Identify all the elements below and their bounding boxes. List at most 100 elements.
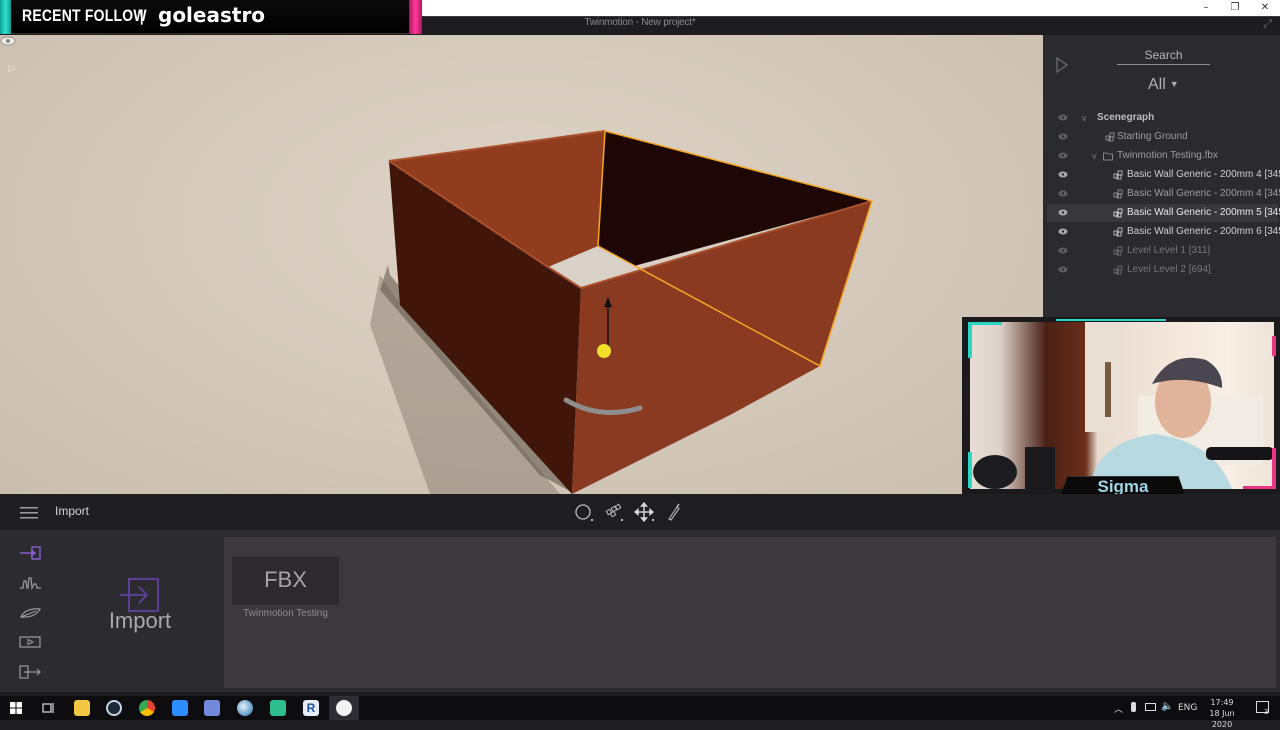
grid-tool-button[interactable] bbox=[603, 502, 625, 522]
visibility-eye-icon[interactable] bbox=[1058, 228, 1068, 235]
tree-item[interactable]: Basic Wall Generic - 200mm 4 [345583] bbox=[1047, 166, 1280, 184]
filter-value: All bbox=[1148, 76, 1166, 93]
folder-icon bbox=[1103, 152, 1113, 161]
search-input[interactable]: Search bbox=[1117, 48, 1210, 62]
expand-chevron-icon[interactable]: ∨ bbox=[1081, 109, 1088, 127]
tree-item[interactable]: Basic Wall Generic - 200mm 6 [345582] bbox=[1047, 223, 1280, 241]
tree-item[interactable]: Level Level 2 [694] bbox=[1047, 261, 1278, 279]
clock[interactable]: 17:49 18 Jun 2020 bbox=[1200, 697, 1244, 730]
fbx-file-caption: Twinmotion Testing bbox=[243, 608, 328, 619]
cam-corner-br bbox=[1272, 448, 1276, 488]
object-icon bbox=[1105, 132, 1115, 142]
notification-count: 3 bbox=[1264, 708, 1269, 716]
browser-icon[interactable] bbox=[237, 700, 253, 716]
leaf-icon[interactable] bbox=[19, 605, 42, 621]
search-underline bbox=[1117, 64, 1210, 65]
eyedropper-tool-button[interactable] bbox=[663, 502, 685, 522]
hamburger-menu-icon[interactable] bbox=[20, 507, 38, 519]
tree-item[interactable]: Starting Ground bbox=[1047, 128, 1278, 146]
steam-icon[interactable] bbox=[106, 700, 122, 716]
fullscreen-icon[interactable]: ⤢ bbox=[1263, 17, 1272, 31]
tree-item-label: Basic Wall Generic - 200mm 6 [345582] bbox=[1127, 226, 1280, 237]
chrome-icon[interactable] bbox=[139, 700, 155, 716]
object-icon bbox=[1113, 189, 1123, 199]
bag bbox=[973, 455, 1017, 489]
chat-app-icon[interactable] bbox=[270, 700, 286, 716]
file-explorer-icon[interactable] bbox=[74, 700, 90, 716]
banner-accent-right bbox=[409, 0, 422, 34]
export-icon[interactable] bbox=[19, 664, 42, 680]
cam-corner-tl bbox=[968, 322, 972, 358]
expand-chevron-icon[interactable]: ∨ bbox=[1091, 147, 1098, 165]
import-hero-label: Import bbox=[108, 608, 172, 633]
toolbar-title: Import bbox=[55, 504, 90, 518]
tree-item-label: Basic Wall Generic - 200mm 4 [345583] bbox=[1127, 169, 1280, 180]
banner-separator: | bbox=[139, 7, 145, 25]
move-tool-button[interactable] bbox=[633, 502, 655, 522]
visibility-eye-icon[interactable] bbox=[1058, 171, 1068, 178]
tree-item-label: Basic Wall Generic - 200mm 5 [345581] bbox=[1127, 207, 1280, 218]
clock-date: 18 Jun 2020 bbox=[1209, 709, 1235, 729]
media-play-icon[interactable] bbox=[19, 634, 42, 650]
tree-item[interactable]: Basic Wall Generic - 200mm 4 [345584] bbox=[1047, 185, 1280, 203]
visibility-eye-icon[interactable] bbox=[1058, 209, 1068, 216]
filter-dropdown[interactable]: All ▼ bbox=[1148, 76, 1179, 94]
tree-item-label: Starting Ground bbox=[1117, 131, 1188, 142]
viewport-left-toggle[interactable]: ▷ bbox=[8, 63, 16, 74]
gizmo-center-handle[interactable] bbox=[597, 344, 611, 358]
visibility-eye-icon[interactable] bbox=[1058, 114, 1068, 121]
tree-item[interactable]: Basic Wall Generic - 200mm 5 [345581] bbox=[1047, 204, 1280, 222]
cam-corner-bl bbox=[968, 452, 972, 488]
visibility-eye-icon[interactable] bbox=[1058, 133, 1068, 140]
discord-icon[interactable] bbox=[204, 700, 220, 716]
twinmotion-icon[interactable] bbox=[336, 700, 352, 716]
microphone-icon[interactable] bbox=[1131, 702, 1136, 712]
webcam-scene bbox=[973, 322, 1274, 489]
chevron-down-icon: ▼ bbox=[1169, 79, 1179, 89]
panel-collapse-icon[interactable] bbox=[1055, 56, 1069, 74]
scene-render bbox=[370, 130, 873, 494]
side-nav bbox=[0, 538, 60, 688]
select-tool-button[interactable] bbox=[573, 502, 595, 522]
banner-label: RECENT FOLLOW bbox=[22, 6, 147, 25]
object-icon bbox=[1113, 246, 1123, 256]
visibility-eye-icon[interactable] bbox=[1058, 152, 1068, 159]
object-icon bbox=[1113, 227, 1123, 237]
tree-item-label: Twinmotion Testing.fbx bbox=[1117, 150, 1218, 161]
visibility-eye-icon[interactable] bbox=[1058, 266, 1068, 273]
revit-icon[interactable]: R bbox=[303, 700, 319, 716]
banner-username: goleastro bbox=[158, 3, 266, 27]
clock-time: 17:49 bbox=[1210, 698, 1234, 707]
language-indicator[interactable]: ENG bbox=[1178, 703, 1197, 713]
microphone bbox=[1206, 447, 1274, 460]
start-icon[interactable] bbox=[8, 700, 24, 716]
object-icon bbox=[1113, 170, 1123, 180]
task-view-icon[interactable] bbox=[40, 700, 56, 716]
fbx-file-type: FBX bbox=[264, 567, 307, 592]
zoom-icon[interactable] bbox=[172, 700, 188, 716]
network-icon[interactable] bbox=[1145, 703, 1156, 711]
waveform-icon[interactable] bbox=[19, 575, 42, 591]
restore-button[interactable]: ❐ bbox=[1220, 0, 1250, 16]
object-icon bbox=[1113, 265, 1123, 275]
minimize-button[interactable]: – bbox=[1191, 0, 1221, 16]
tree-item[interactable]: ∨ Twinmotion Testing.fbx bbox=[1047, 147, 1278, 165]
tree-item-label: Level Level 1 [311] bbox=[1127, 245, 1211, 256]
tray-expand-icon[interactable]: ︿ bbox=[1114, 702, 1123, 715]
visibility-eye-icon[interactable] bbox=[1058, 190, 1068, 197]
banner-accent-left bbox=[0, 0, 11, 34]
tree-item[interactable]: Level Level 1 [311] bbox=[1047, 242, 1278, 260]
cam-top-bar bbox=[1056, 319, 1166, 321]
import-icon[interactable] bbox=[19, 545, 42, 561]
close-button[interactable]: ✕ bbox=[1250, 0, 1280, 16]
cam-corner-tl-h bbox=[968, 322, 1002, 325]
webcam-video bbox=[970, 322, 1274, 489]
3d-viewport[interactable]: ▷ bbox=[0, 35, 1043, 494]
volume-icon[interactable]: 🔈 bbox=[1161, 701, 1173, 712]
visibility-eye-icon[interactable] bbox=[1058, 247, 1068, 254]
cam-side-pink bbox=[1272, 336, 1276, 356]
tree-item[interactable]: ∨ Scenegraph bbox=[1047, 109, 1278, 127]
import-content-area bbox=[224, 537, 1276, 688]
eye-icon[interactable] bbox=[0, 35, 16, 47]
tree-item-label: Scenegraph bbox=[1097, 112, 1155, 123]
